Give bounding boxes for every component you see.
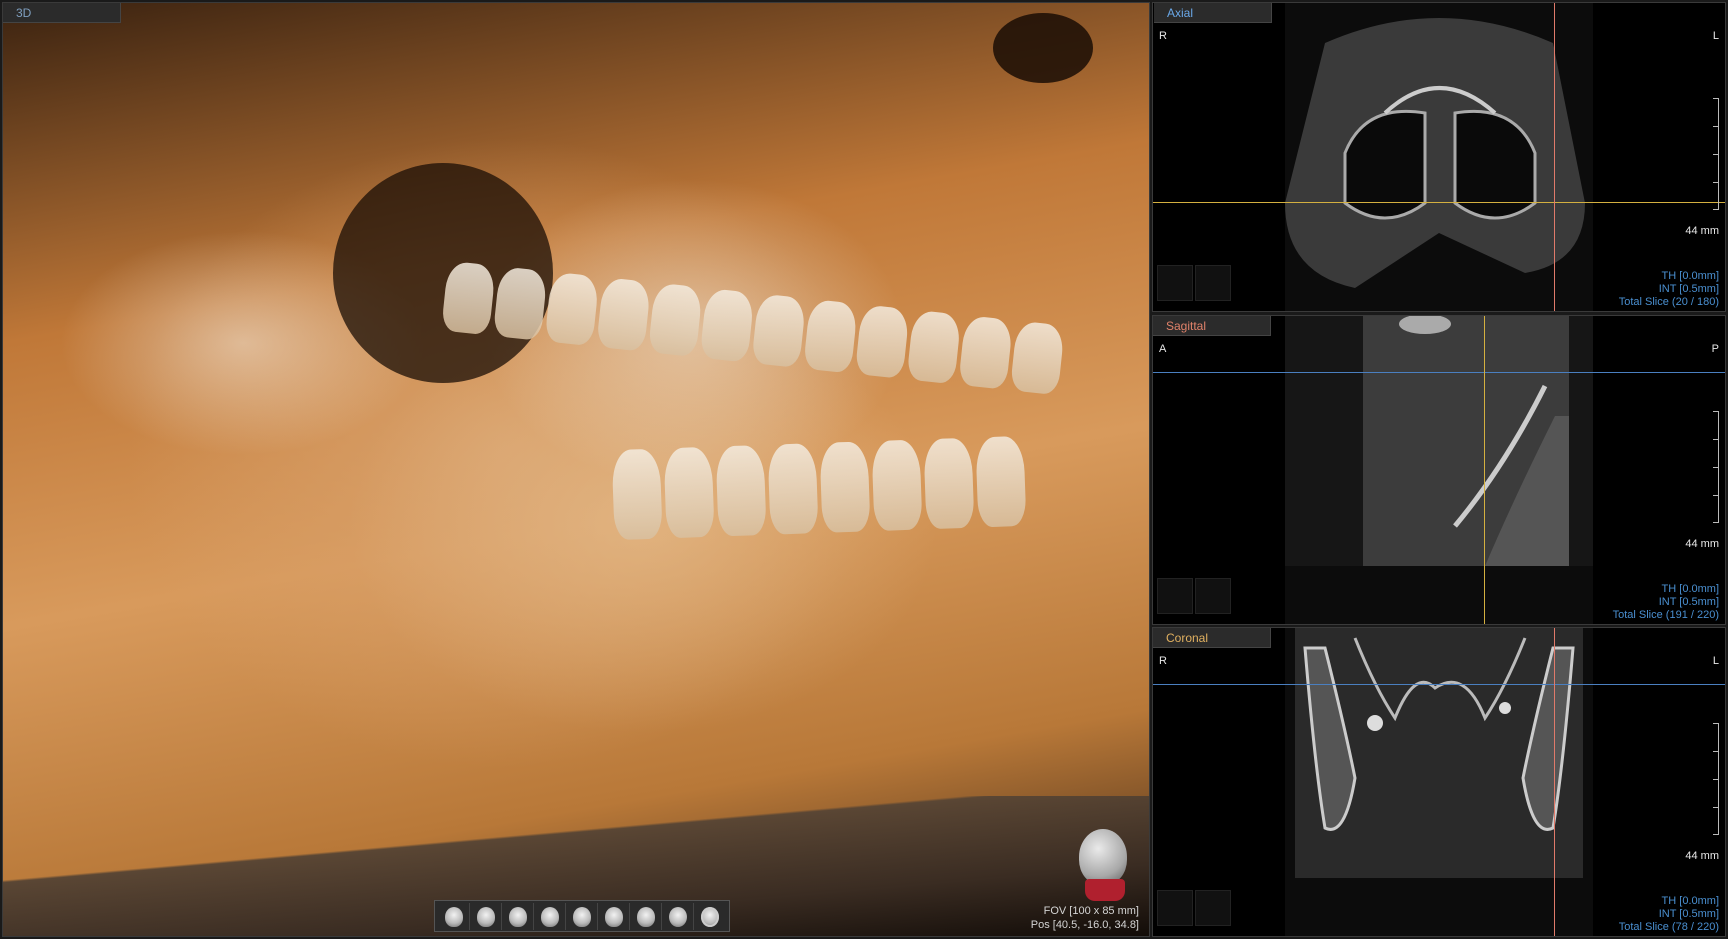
rotate-icon xyxy=(701,906,719,927)
view-label-sagittal: Sagittal xyxy=(1153,316,1271,336)
pos-text: Pos [40.5, -16.0, 34.8] xyxy=(1030,919,1139,931)
scale-bar xyxy=(1711,98,1719,210)
view-left-icon xyxy=(572,906,591,927)
view-back-icon xyxy=(668,906,687,927)
coronal-viewport[interactable]: Coronal R L 44 mm TH [0.0mm] INT [0.5mm]… xyxy=(1152,627,1726,937)
axial-slice-image xyxy=(1285,3,1593,311)
orientation-right: P xyxy=(1711,343,1719,355)
view-front-right-icon xyxy=(476,906,495,927)
view-toolbar xyxy=(434,900,730,932)
view-front-icon xyxy=(508,906,527,927)
sagittal-viewport[interactable]: Sagittal A P 44 mm TH [0.0mm] INT [0.5mm… xyxy=(1152,315,1726,625)
view-left-button[interactable] xyxy=(566,903,598,930)
lower-teeth xyxy=(611,435,1027,541)
orientation-left: R xyxy=(1159,30,1167,42)
sagittal-slice-image xyxy=(1285,316,1593,624)
scale-label: 44 mm xyxy=(1685,538,1719,550)
view-bottom-icon xyxy=(636,906,655,927)
thumbnail[interactable] xyxy=(1157,578,1193,614)
view-label-axial: Axial xyxy=(1154,3,1272,23)
orientation-left: R xyxy=(1159,655,1167,667)
coronal-crosshair-line[interactable] xyxy=(1484,316,1485,624)
dark-region xyxy=(993,13,1093,83)
fov-text: FOV [100 x 85 mm] xyxy=(1043,905,1139,917)
view-top-icon xyxy=(604,906,623,927)
orientation-right: L xyxy=(1712,655,1719,667)
sagittal-crosshair-line[interactable] xyxy=(1554,3,1555,311)
thumbnail[interactable] xyxy=(1195,890,1231,926)
orientation-left: A xyxy=(1159,343,1167,355)
sagittal-crosshair-line[interactable] xyxy=(1554,628,1555,936)
axial-crosshair-line[interactable] xyxy=(1153,372,1725,373)
view-label-3d: 3D xyxy=(3,3,121,23)
thumbnail[interactable] xyxy=(1157,265,1193,301)
view-top-button[interactable] xyxy=(598,903,630,930)
thumbnail[interactable] xyxy=(1195,578,1231,614)
slice-info: TH [0.0mm] INT [0.5mm] Total Slice (20 /… xyxy=(1619,270,1719,309)
thumbnail-strip xyxy=(1157,578,1231,614)
total-slice-text: Total Slice (191 / 220) xyxy=(1612,609,1719,621)
orientation-right: L xyxy=(1712,30,1719,42)
scale-bar xyxy=(1711,411,1719,523)
scale-label: 44 mm xyxy=(1685,850,1719,862)
coronal-crosshair-line[interactable] xyxy=(1153,202,1725,203)
thumbnail[interactable] xyxy=(1195,265,1231,301)
interval-text: INT [0.5mm] xyxy=(1658,596,1719,608)
view-front-button[interactable] xyxy=(502,903,534,930)
interval-text: INT [0.5mm] xyxy=(1658,908,1719,920)
scale-label: 44 mm xyxy=(1685,225,1719,237)
3d-info-overlay: FOV [100 x 85 mm] Pos [40.5, -16.0, 34.8… xyxy=(1031,904,1139,932)
thickness-text: TH [0.0mm] xyxy=(1661,583,1719,595)
view-front-right-button[interactable] xyxy=(470,903,502,930)
slice-info: TH [0.0mm] INT [0.5mm] Total Slice (191 … xyxy=(1613,583,1719,622)
view-front-left-button[interactable] xyxy=(534,903,566,930)
thickness-text: TH [0.0mm] xyxy=(1661,270,1719,282)
thumbnail[interactable] xyxy=(1157,890,1193,926)
scale-bar xyxy=(1711,723,1719,835)
thumbnail-strip xyxy=(1157,890,1231,926)
view-back-button[interactable] xyxy=(662,903,694,930)
interval-text: INT [0.5mm] xyxy=(1658,283,1719,295)
total-slice-text: Total Slice (20 / 180) xyxy=(1618,296,1719,308)
view-front-left-icon xyxy=(540,906,559,927)
slice-info: TH [0.0mm] INT [0.5mm] Total Slice (78 /… xyxy=(1619,895,1719,934)
view-right-button[interactable] xyxy=(438,903,470,930)
axial-crosshair-line[interactable] xyxy=(1153,684,1725,685)
axial-viewport[interactable]: Axial R L 44 mm TH [0.0mm] INT [0.5mm] T… xyxy=(1152,2,1726,312)
thumbnail-strip xyxy=(1157,265,1231,301)
view-right-icon xyxy=(444,906,463,927)
thickness-text: TH [0.0mm] xyxy=(1661,895,1719,907)
rotate-button[interactable] xyxy=(694,903,726,930)
3d-viewport[interactable]: 3D FOV [100 x 85 mm] Pos [40.5, -16.0, 3… xyxy=(2,2,1150,937)
coronal-slice-image xyxy=(1285,628,1593,936)
view-label-coronal: Coronal xyxy=(1153,628,1271,648)
total-slice-text: Total Slice (78 / 220) xyxy=(1618,921,1719,933)
orientation-head-icon[interactable] xyxy=(1075,829,1131,901)
view-bottom-button[interactable] xyxy=(630,903,662,930)
